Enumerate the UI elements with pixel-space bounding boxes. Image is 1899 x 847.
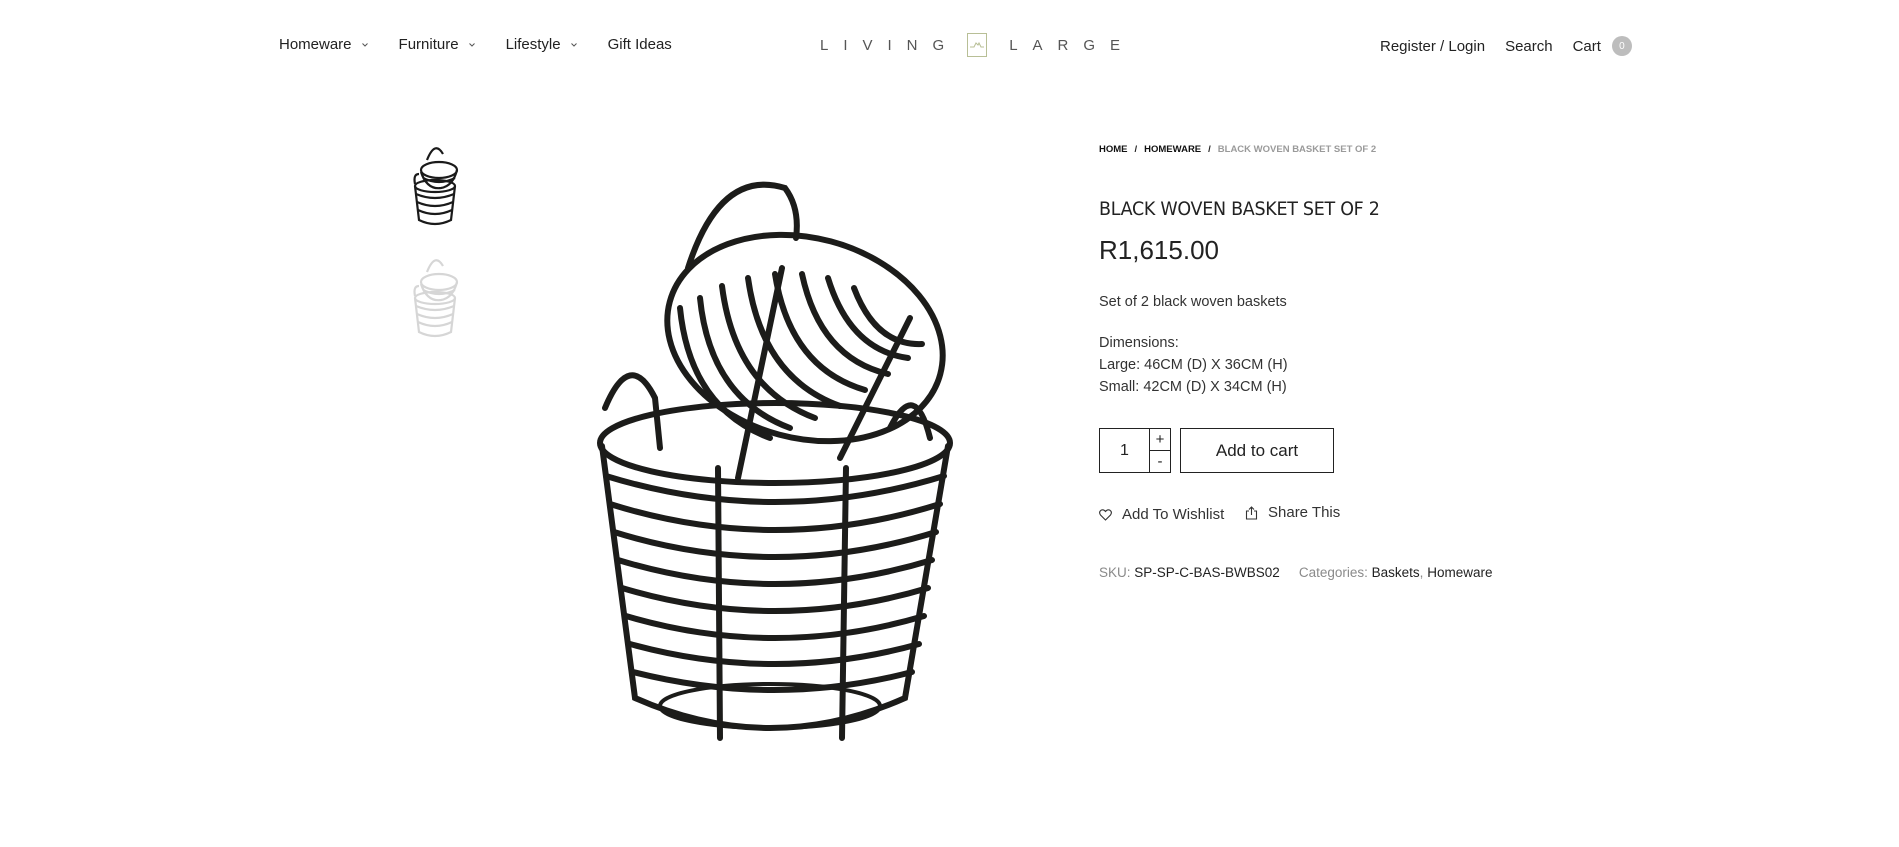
share-link[interactable]: Share This [1245, 504, 1340, 521]
sku-label: SKU: [1099, 565, 1131, 580]
nav-label: Homeware [279, 36, 352, 53]
cart-count-badge: 0 [1611, 36, 1632, 56]
quantity-input[interactable] [1100, 429, 1150, 472]
breadcrumb-separator: / [1134, 144, 1138, 155]
quantity-buttons: + - [1150, 429, 1170, 472]
heart-icon [1099, 508, 1112, 521]
category-link-baskets[interactable]: Baskets [1372, 565, 1420, 580]
small-basket-rim [664, 231, 946, 445]
quantity-decrease-button[interactable]: - [1150, 451, 1170, 472]
thumbnail-gallery [405, 140, 467, 364]
logo-word-right: LARGE [1009, 36, 1136, 54]
main-nav: Homeware Furniture Lifestyle Gift Ideas [279, 36, 702, 53]
product-description: Set of 2 black woven baskets [1099, 294, 1287, 310]
logo-mark-icon [967, 33, 988, 57]
share-label: Share This [1268, 504, 1341, 521]
nav-item-gift-ideas[interactable]: Gift Ideas [608, 36, 672, 53]
large-basket-rim [597, 400, 953, 486]
dimensions-heading: Dimensions: [1099, 335, 1179, 351]
categories-label: Categories: [1298, 565, 1368, 580]
breadcrumb: HOME / HOMEWARE / BLACK WOVEN BASKET SET… [1099, 144, 1376, 155]
breadcrumb-homeware[interactable]: HOMEWARE [1144, 144, 1201, 155]
product-title: BLACK WOVEN BASKET SET OF 2 [1099, 198, 1380, 220]
nav-item-furniture[interactable]: Furniture [399, 36, 476, 53]
nav-label: Gift Ideas [607, 36, 672, 53]
wishlist-label: Add To Wishlist [1122, 506, 1225, 523]
category-link-homeware[interactable]: Homeware [1427, 565, 1492, 580]
sku-value: SP-SP-C-BAS-BWBS02 [1134, 565, 1280, 580]
chevron-down-icon [361, 42, 368, 47]
thumbnail-1[interactable] [405, 140, 467, 232]
category-separator: , [1419, 565, 1424, 580]
product-main-image[interactable] [570, 178, 970, 758]
product-price: R1,615.00 [1099, 235, 1219, 265]
add-to-wishlist-link[interactable]: Add To Wishlist [1099, 506, 1224, 523]
chevron-down-icon [570, 42, 577, 47]
search-link[interactable]: Search [1505, 38, 1553, 55]
nav-label: Lifestyle [505, 36, 561, 53]
dimension-large: Large: 46CM (D) X 36CM (H) [1099, 357, 1288, 373]
nav-label: Furniture [398, 36, 459, 53]
breadcrumb-home[interactable]: HOME [1099, 144, 1128, 155]
nav-item-homeware[interactable]: Homeware [279, 36, 369, 53]
dimension-small: Small: 42CM (D) X 34CM (H) [1099, 379, 1287, 395]
add-to-cart-button[interactable]: Add to cart [1180, 428, 1334, 473]
logo-word-left: LIVING [820, 36, 960, 54]
share-icon [1245, 505, 1258, 520]
product-dimensions: Dimensions: Large: 46CM (D) X 36CM (H) S… [1099, 332, 1288, 398]
quantity-stepper: + - [1099, 428, 1171, 473]
site-header: Homeware Furniture Lifestyle Gift Ideas … [0, 0, 1899, 92]
quantity-increase-button[interactable]: + [1150, 429, 1170, 451]
breadcrumb-separator: / [1208, 144, 1211, 155]
account-nav: Register / Login Search Cart 0 [1380, 36, 1632, 56]
product-meta: SKU: SP-SP-C-BAS-BWBS02 Categories: Bask… [1099, 565, 1492, 580]
thumbnail-2[interactable] [405, 252, 467, 344]
breadcrumb-current: BLACK WOVEN BASKET SET OF 2 [1217, 144, 1377, 155]
register-login-link[interactable]: Register / Login [1380, 38, 1485, 55]
cart-link[interactable]: Cart 0 [1573, 36, 1632, 56]
site-logo[interactable]: LIVING LARGE [820, 33, 1135, 57]
cart-label: Cart [1572, 37, 1601, 55]
nav-item-lifestyle[interactable]: Lifestyle [506, 36, 578, 53]
chevron-down-icon [468, 42, 475, 47]
